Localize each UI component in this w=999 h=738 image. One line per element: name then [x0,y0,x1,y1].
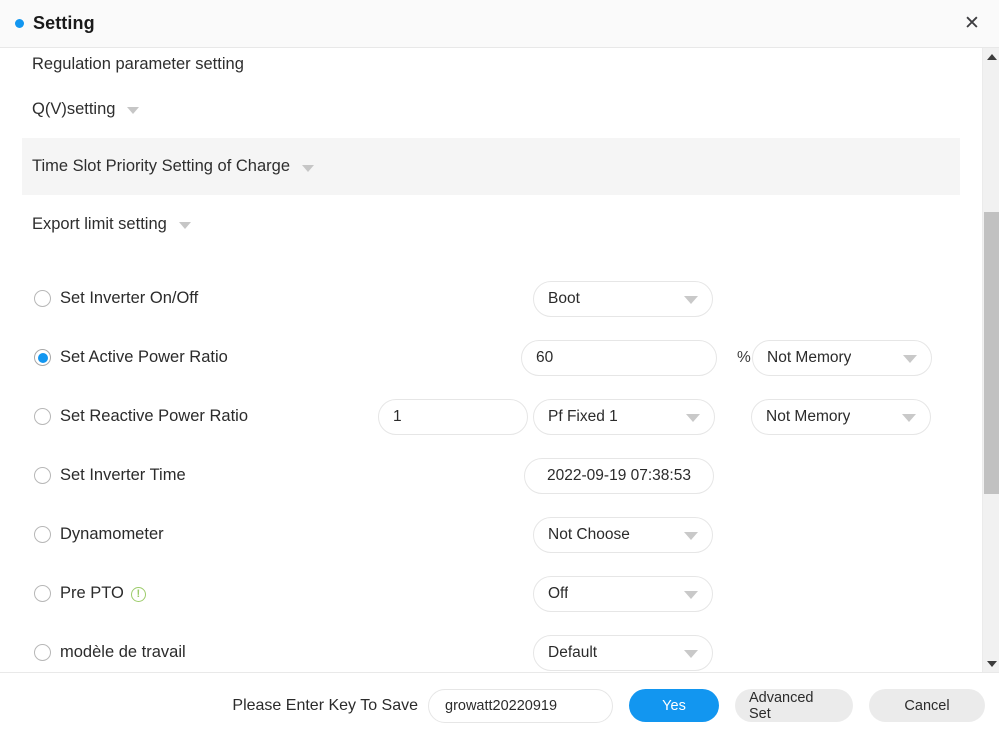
datetime-field[interactable]: 2022-09-19 07:38:53 [524,457,714,494]
option-label: modèle de travail [60,643,186,661]
option-row: modèle de travail Default [0,623,982,672]
chevron-down-icon[interactable] [178,222,191,229]
cancel-button[interactable]: Cancel [869,689,985,722]
option-label: Pre PTO [60,584,124,602]
control-value: Off [548,584,569,602]
close-icon[interactable]: ✕ [957,9,987,39]
dialog-titlebar: Setting ✕ [0,0,999,48]
select-dropdown[interactable]: Off [533,575,713,612]
dialog-footer: Please Enter Key To Save growatt20220919… [0,672,999,738]
select-dropdown[interactable]: Not Choose [533,516,713,553]
section-header-label: Regulation parameter setting [32,55,244,73]
section-header[interactable]: Time Slot Priority Setting of Charge [22,138,960,195]
control-value: Default [548,643,598,661]
radio-button[interactable] [34,408,51,425]
control-value: 2022-09-19 07:38:53 [547,466,691,484]
scroll-up-arrow-icon[interactable] [983,48,999,65]
advanced-set-button[interactable]: Advanced Set [735,689,853,722]
option-label: Set Inverter On/Off [60,289,199,307]
section-header-label: Time Slot Priority Setting of Charge [32,157,290,175]
chevron-down-icon[interactable] [903,355,917,363]
option-row: Pre PTO! Off [0,564,982,623]
key-input[interactable]: growatt20220919 [428,688,613,723]
control-value: Not Memory [767,348,852,366]
unit-label: % [737,348,751,366]
radio-button[interactable] [34,290,51,307]
settings-scroll-area: Regulation parameter setting Q(V)setting T… [0,48,999,672]
yes-button[interactable]: Yes [629,689,719,722]
select-dropdown[interactable]: Not Memory [752,339,932,376]
chevron-down-icon[interactable] [684,296,698,304]
control-value: Pf Fixed 1 [548,407,618,425]
control-value: 60 [536,348,554,366]
section-header-label: Export limit setting [32,214,167,233]
section-header[interactable]: Regulation parameter setting [0,48,982,80]
text-input[interactable]: 1 [378,398,528,435]
option-row: Set Active Power Ratio 60% Not Memory [0,328,982,387]
option-label: Dynamometer [60,525,164,543]
select-dropdown[interactable]: Not Memory [751,398,931,435]
select-dropdown[interactable]: Pf Fixed 1 [533,398,715,435]
radio-button[interactable] [34,644,51,661]
option-row: Set Inverter Time 2022-09-19 07:38:53 [0,446,982,505]
select-dropdown[interactable]: Default [533,634,713,671]
radio-button[interactable] [34,585,51,602]
section-header[interactable]: Q(V)setting [0,80,982,138]
option-row: Set Inverter On/Off Boot [0,269,982,328]
chevron-down-icon[interactable] [686,414,700,422]
control-value: Boot [548,289,580,307]
option-row: Dynamometer Not Choose [0,505,982,564]
radio-button[interactable] [34,349,51,366]
chevron-down-icon[interactable] [684,591,698,599]
status-dot-icon [15,19,24,28]
setting-dialog: Setting ✕ Regulation parameter setting Q(… [0,0,999,738]
option-label: Set Inverter Time [60,466,186,484]
section-header-label: Q(V)setting [32,99,116,118]
chevron-down-icon[interactable] [684,532,698,540]
control-value: 1 [393,407,402,425]
option-label: Set Active Power Ratio [60,348,228,366]
select-dropdown[interactable]: Boot [533,280,713,317]
option-row: Set Reactive Power Ratio 1 Pf Fixed 1 Not M… [0,387,982,446]
radio-button[interactable] [34,467,51,484]
radio-button[interactable] [34,526,51,543]
chevron-down-icon[interactable] [902,414,916,422]
key-label: Please Enter Key To Save [232,696,418,714]
dialog-title: Setting [33,13,95,33]
control-value: Not Memory [766,407,851,425]
scroll-down-arrow-icon[interactable] [983,655,999,672]
scrollbar-thumb[interactable] [984,212,999,494]
section-header[interactable]: Export limit setting [0,195,982,253]
text-input[interactable]: 60 [521,339,717,376]
info-icon[interactable]: ! [130,587,146,602]
vertical-scrollbar[interactable] [982,48,999,672]
chevron-down-icon[interactable] [302,164,314,172]
chevron-down-icon[interactable] [127,107,140,114]
settings-content: Regulation parameter setting Q(V)setting T… [0,48,982,672]
chevron-down-icon[interactable] [684,650,698,658]
control-value: Not Choose [548,525,630,543]
option-label: Set Reactive Power Ratio [60,407,249,425]
